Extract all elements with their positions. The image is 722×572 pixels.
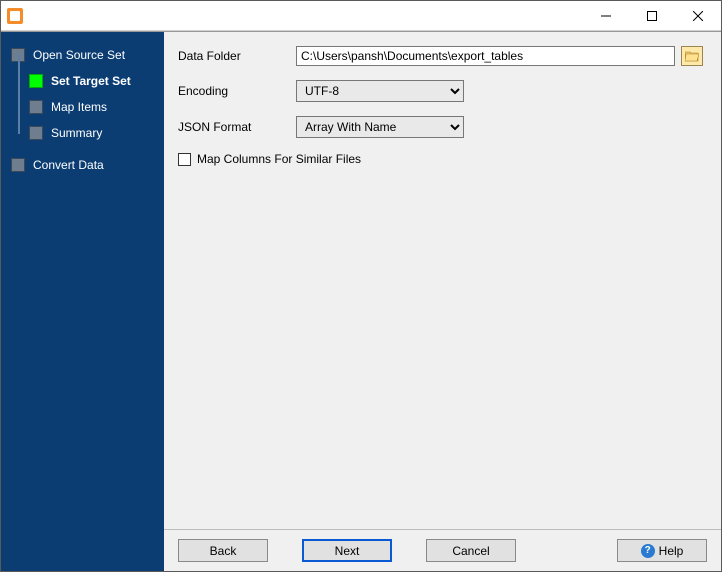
body: Open Source Set Set Target Set Map Items… <box>1 31 721 571</box>
titlebar-controls <box>583 1 721 31</box>
folder-icon <box>685 50 699 62</box>
main-panel: Data Folder Encoding UTF-8 <box>164 32 721 571</box>
step-marker-icon <box>11 158 25 172</box>
step-label: Summary <box>51 126 102 140</box>
back-button[interactable]: Back <box>178 539 268 562</box>
close-button[interactable] <box>675 1 721 31</box>
row-json-format: JSON Format Array With Name <box>178 116 703 138</box>
step-map-items[interactable]: Map Items <box>1 94 164 120</box>
map-columns-checkbox[interactable] <box>178 153 191 166</box>
encoding-select[interactable]: UTF-8 <box>296 80 464 102</box>
row-map-columns[interactable]: Map Columns For Similar Files <box>178 152 703 166</box>
json-format-label: JSON Format <box>178 120 296 134</box>
step-convert-data[interactable]: Convert Data <box>1 152 164 178</box>
step-marker-icon <box>29 74 43 88</box>
map-columns-label: Map Columns For Similar Files <box>197 152 361 166</box>
titlebar-left <box>1 8 27 24</box>
next-button[interactable]: Next <box>302 539 392 562</box>
step-label: Map Items <box>51 100 107 114</box>
wizard-sidebar: Open Source Set Set Target Set Map Items… <box>1 32 164 571</box>
minimize-button[interactable] <box>583 1 629 31</box>
row-data-folder: Data Folder <box>178 46 703 66</box>
step-set-target-set[interactable]: Set Target Set <box>1 68 164 94</box>
browse-folder-button[interactable] <box>681 46 703 66</box>
step-label: Set Target Set <box>51 74 131 88</box>
step-label: Open Source Set <box>33 48 125 62</box>
app-icon <box>7 8 23 24</box>
step-label: Convert Data <box>33 158 104 172</box>
data-folder-input[interactable] <box>296 46 675 66</box>
step-open-source-set[interactable]: Open Source Set <box>1 42 164 68</box>
step-summary[interactable]: Summary <box>1 120 164 146</box>
cancel-button[interactable]: Cancel <box>426 539 516 562</box>
wizard-window: Open Source Set Set Target Set Map Items… <box>0 0 722 572</box>
json-format-select[interactable]: Array With Name <box>296 116 464 138</box>
titlebar <box>1 1 721 31</box>
help-icon: ? <box>641 544 655 558</box>
maximize-button[interactable] <box>629 1 675 31</box>
button-bar: Back Next Cancel ? Help <box>164 529 721 571</box>
step-marker-icon <box>29 100 43 114</box>
step-marker-icon <box>29 126 43 140</box>
form-area: Data Folder Encoding UTF-8 <box>164 32 721 529</box>
data-folder-label: Data Folder <box>178 49 296 63</box>
row-encoding: Encoding UTF-8 <box>178 80 703 102</box>
help-button[interactable]: ? Help <box>617 539 707 562</box>
encoding-label: Encoding <box>178 84 296 98</box>
